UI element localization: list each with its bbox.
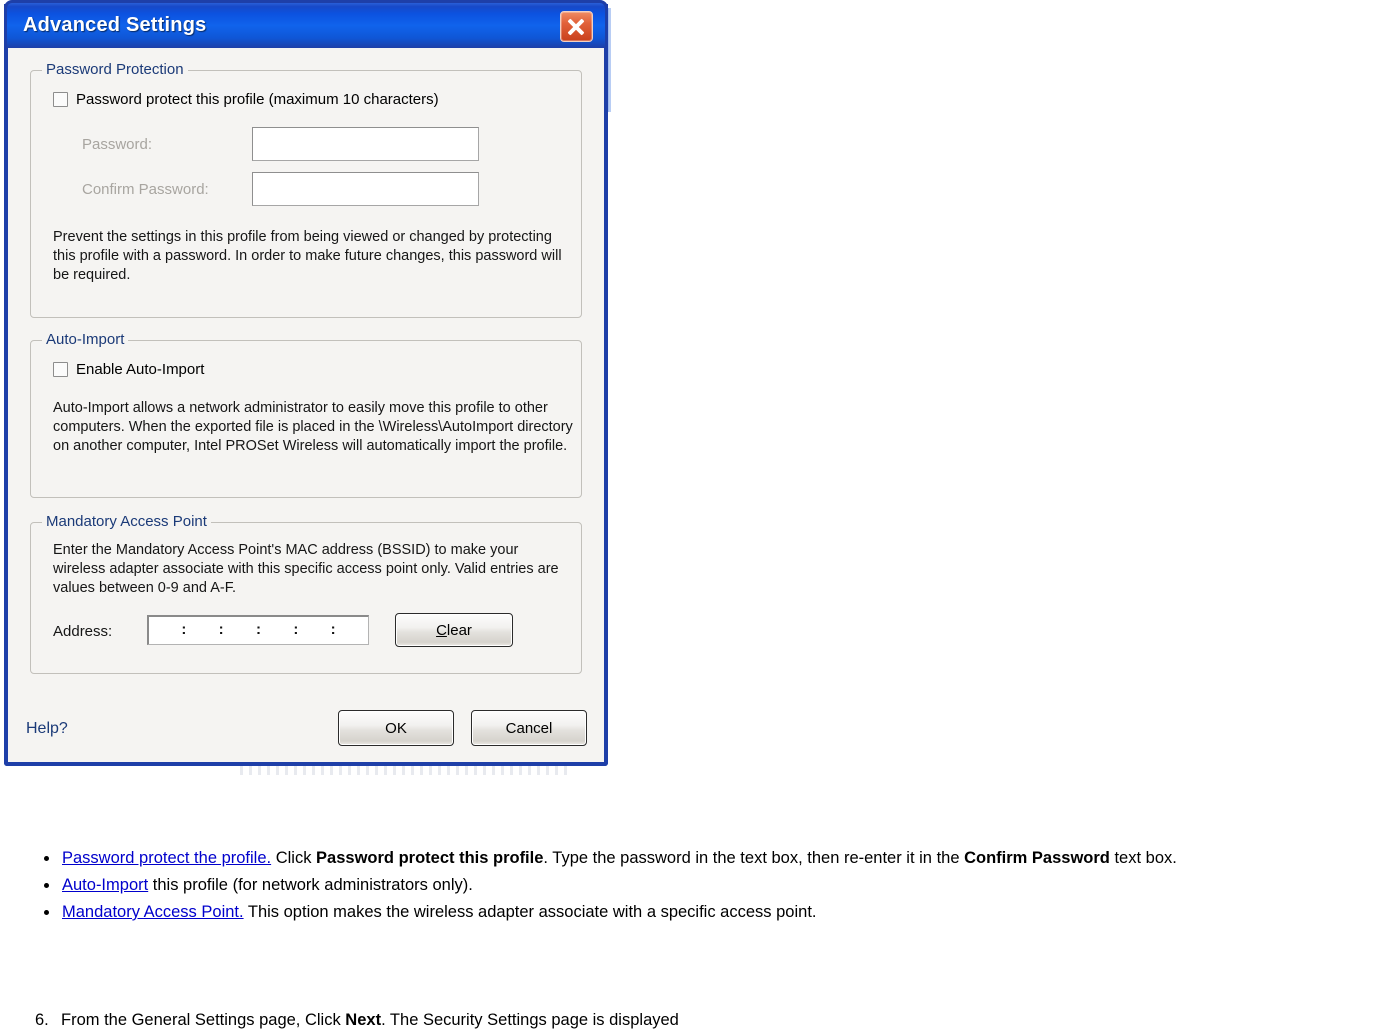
clear-button[interactable]: Clear xyxy=(395,613,513,647)
bullet-0-text-1: Click xyxy=(271,849,317,867)
password-protect-profile-link[interactable]: Password protect the profile. xyxy=(62,849,271,867)
bullet-2-text-1: This option makes the wireless adapter a… xyxy=(243,903,817,921)
confirm-password-input[interactable] xyxy=(252,172,479,206)
bullet-0-text-3: text box. xyxy=(1109,849,1177,867)
password-protection-group: Password Protection Password protect thi… xyxy=(30,61,582,318)
ok-button[interactable]: OK xyxy=(338,710,454,746)
mac-octet-4[interactable] xyxy=(261,617,293,644)
clear-button-label-rest: lear xyxy=(446,621,472,639)
dialog-body: Password Protection Password protect thi… xyxy=(8,48,604,762)
bullet-0-bold-2: Confirm Password xyxy=(964,849,1110,867)
password-protection-group-title: Password Protection xyxy=(42,61,188,78)
mac-octet-2[interactable] xyxy=(186,617,218,644)
close-icon[interactable] xyxy=(560,11,593,42)
auto-import-group-title: Auto-Import xyxy=(42,331,129,348)
mandatory-access-point-description: Enter the Mandatory Access Point's MAC a… xyxy=(53,542,559,596)
step-number: 6. xyxy=(35,1011,49,1029)
step-instruction: 6. From the General Settings page, Click … xyxy=(35,1011,679,1030)
mandatory-access-point-group: Mandatory Access Point Enter the Mandato… xyxy=(30,513,582,674)
auto-import-link[interactable]: Auto-Import xyxy=(62,876,148,894)
cancel-button[interactable]: Cancel xyxy=(471,710,587,746)
help-link[interactable]: Help? xyxy=(26,720,68,738)
clear-button-accel-letter: C xyxy=(436,621,447,639)
enable-auto-import-checkbox-row[interactable]: Enable Auto-Import xyxy=(53,361,204,378)
bullet-0-text-2: . Type the password in the text box, the… xyxy=(543,849,965,867)
list-item: Auto-Import this profile (for network ad… xyxy=(44,872,1392,899)
mac-address-input[interactable]: : : : : : xyxy=(147,615,369,645)
mac-octet-3[interactable] xyxy=(224,617,256,644)
list-item: Password protect the profile. Click Pass… xyxy=(44,845,1392,872)
password-label: Password: xyxy=(82,136,153,153)
step-text-1: From the General Settings page, Click xyxy=(61,1011,346,1029)
bullet-0-bold-1: Password protect this profile xyxy=(316,849,544,867)
step-text-2: . The Security Settings page is displaye… xyxy=(381,1011,679,1029)
dialog-title: Advanced Settings xyxy=(23,14,207,36)
list-item: Mandatory Access Point. This option make… xyxy=(44,899,1392,926)
password-input[interactable] xyxy=(252,127,479,161)
password-protection-description: Prevent the settings in this profile fro… xyxy=(53,229,562,283)
step-bold: Next xyxy=(345,1011,382,1029)
advanced-settings-dialog: Advanced Settings Password Protection Pa… xyxy=(4,0,608,766)
mac-octet-1[interactable] xyxy=(149,617,181,644)
enable-auto-import-checkbox[interactable] xyxy=(53,362,68,377)
options-bullet-list: Password protect the profile. Click Pass… xyxy=(14,845,1392,926)
render-artifact xyxy=(240,766,570,775)
password-protect-checkbox-label: Password protect this profile (maximum 1… xyxy=(76,91,439,108)
confirm-password-label: Confirm Password: xyxy=(82,181,209,198)
mandatory-access-point-link[interactable]: Mandatory Access Point. xyxy=(62,903,244,921)
mac-octet-5[interactable] xyxy=(298,617,330,644)
password-protect-checkbox-row[interactable]: Password protect this profile (maximum 1… xyxy=(53,91,439,108)
auto-import-group: Auto-Import Enable Auto-Import Auto-Impo… xyxy=(30,331,582,498)
enable-auto-import-checkbox-label: Enable Auto-Import xyxy=(76,361,205,378)
mandatory-access-point-group-title: Mandatory Access Point xyxy=(42,513,211,530)
password-protect-checkbox[interactable] xyxy=(53,92,68,107)
mac-octet-6[interactable] xyxy=(336,617,368,644)
dialog-title-bar[interactable]: Advanced Settings xyxy=(4,0,608,48)
bullet-1-text-1: this profile (for network administrators… xyxy=(148,876,473,894)
mac-address-label: Address: xyxy=(53,623,113,640)
auto-import-description: Auto-Import allows a network administrat… xyxy=(53,400,573,454)
